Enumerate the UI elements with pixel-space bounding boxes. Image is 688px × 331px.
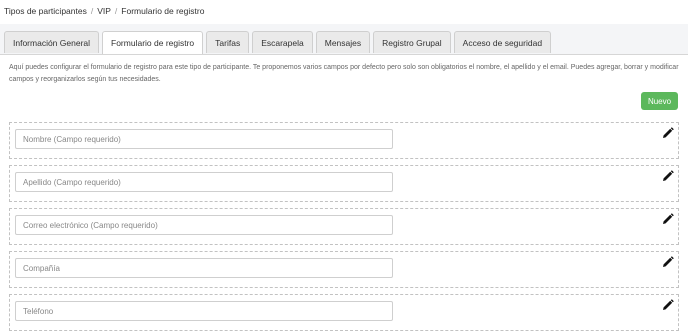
breadcrumb-item-registration-form: Formulario de registro	[121, 6, 205, 16]
breadcrumb-item-vip[interactable]: VIP	[97, 6, 111, 16]
pencil-icon[interactable]	[662, 298, 674, 310]
breadcrumb: Tipos de participantes / VIP / Formulari…	[4, 4, 204, 18]
tab-messages[interactable]: Mensajes	[315, 31, 371, 53]
breadcrumb-item-participant-types[interactable]: Tipos de participantes	[4, 6, 87, 16]
form-field-row[interactable]	[9, 208, 679, 245]
pencil-icon[interactable]	[662, 169, 674, 181]
tab-bar: Información General Formulario de regist…	[4, 31, 552, 54]
first-name-field[interactable]	[15, 129, 393, 149]
form-field-row[interactable]	[9, 294, 679, 331]
form-field-row[interactable]	[9, 251, 679, 288]
email-field[interactable]	[15, 215, 393, 235]
form-field-row[interactable]	[9, 122, 679, 159]
tab-rates[interactable]: Tarifas	[206, 31, 250, 53]
pencil-icon[interactable]	[662, 255, 674, 267]
pencil-icon[interactable]	[662, 126, 674, 138]
tab-general-info[interactable]: Información General	[4, 31, 100, 53]
last-name-field[interactable]	[15, 172, 393, 192]
new-field-button[interactable]: Nuevo	[641, 92, 678, 110]
company-field[interactable]	[15, 258, 393, 278]
tab-security-access[interactable]: Acceso de seguridad	[453, 31, 552, 53]
tab-group-registration[interactable]: Registro Grupal	[373, 31, 451, 53]
tab-badge[interactable]: Escarapela	[252, 31, 313, 53]
tab-content: Aquí puedes configurar el formulario de …	[0, 54, 688, 331]
form-description: Aquí puedes configurar el formulario de …	[9, 64, 679, 83]
breadcrumb-separator: /	[90, 6, 94, 16]
tab-registration-form[interactable]: Formulario de registro	[102, 31, 204, 54]
pencil-icon[interactable]	[662, 212, 674, 224]
form-field-row[interactable]	[9, 165, 679, 202]
phone-field[interactable]	[15, 301, 393, 321]
breadcrumb-separator: /	[114, 6, 118, 16]
settings-panel: Información General Formulario de regist…	[0, 24, 688, 331]
